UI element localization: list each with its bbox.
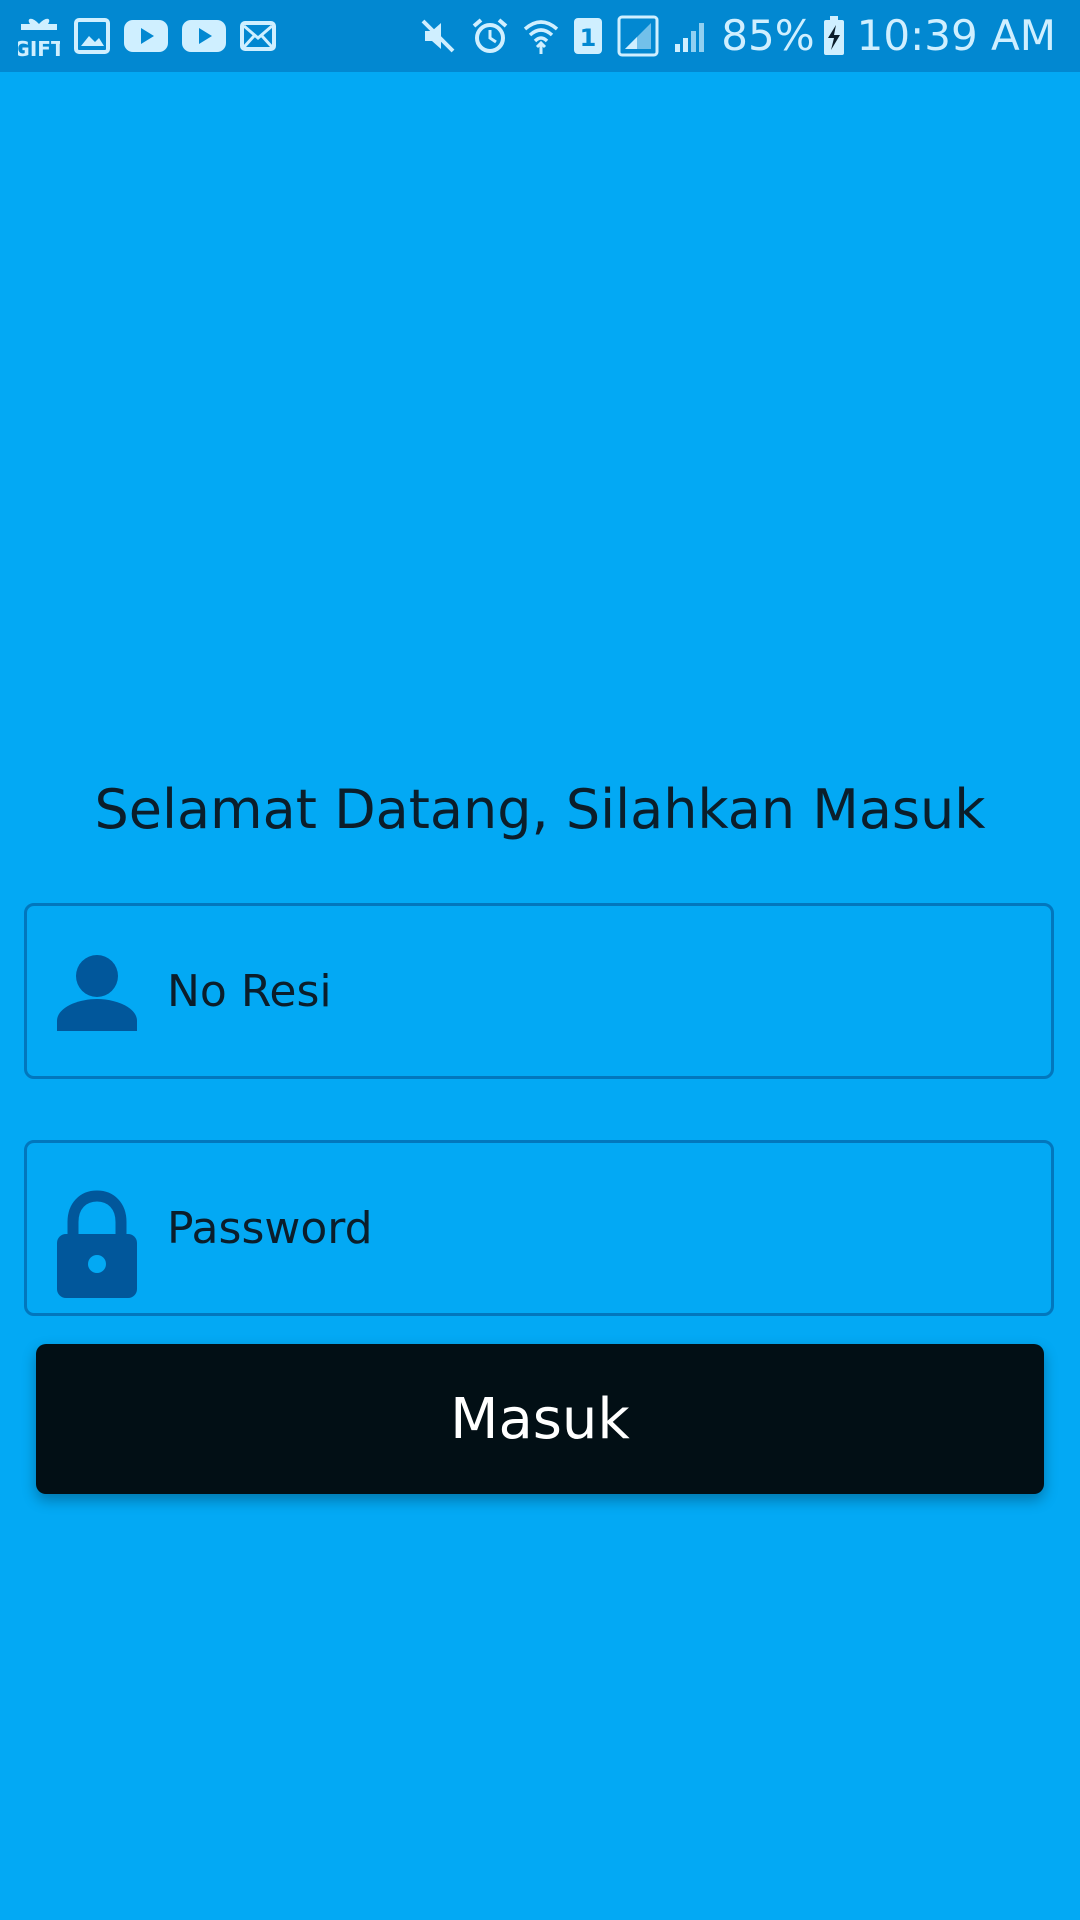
mail-icon <box>240 21 276 51</box>
resi-field[interactable] <box>24 903 1054 1079</box>
lock-icon <box>55 1186 139 1298</box>
youtube-icon <box>124 20 168 52</box>
password-field[interactable] <box>24 1140 1054 1316</box>
clock: 10:39 AM <box>856 11 1056 60</box>
youtube-icon <box>182 20 226 52</box>
image-icon <box>74 18 110 54</box>
svg-text:1: 1 <box>580 24 597 52</box>
notification-icons: GIFT <box>18 14 290 58</box>
battery-charging-icon <box>823 16 845 56</box>
login-button[interactable]: Masuk <box>36 1344 1044 1494</box>
mute-icon <box>419 17 457 55</box>
signal-icon <box>673 18 709 54</box>
person-icon <box>55 949 139 1033</box>
sim-1-icon: 1 <box>573 17 603 55</box>
battery-percentage: 85% <box>721 11 815 60</box>
svg-text:GIFT: GIFT <box>18 37 60 58</box>
signal-icon <box>617 15 659 57</box>
gift-icon: GIFT <box>18 14 60 58</box>
system-icons: 1 85% 10:39 AM <box>405 0 1056 72</box>
welcome-title: Selamat Datang, Silahkan Masuk <box>94 778 986 841</box>
alarm-icon <box>471 17 509 55</box>
resi-input[interactable] <box>167 941 1051 1041</box>
wifi-icon <box>523 17 559 55</box>
password-input[interactable] <box>167 1178 1051 1278</box>
status-bar: GIFT 1 85% 10:39 AM <box>0 0 1080 72</box>
